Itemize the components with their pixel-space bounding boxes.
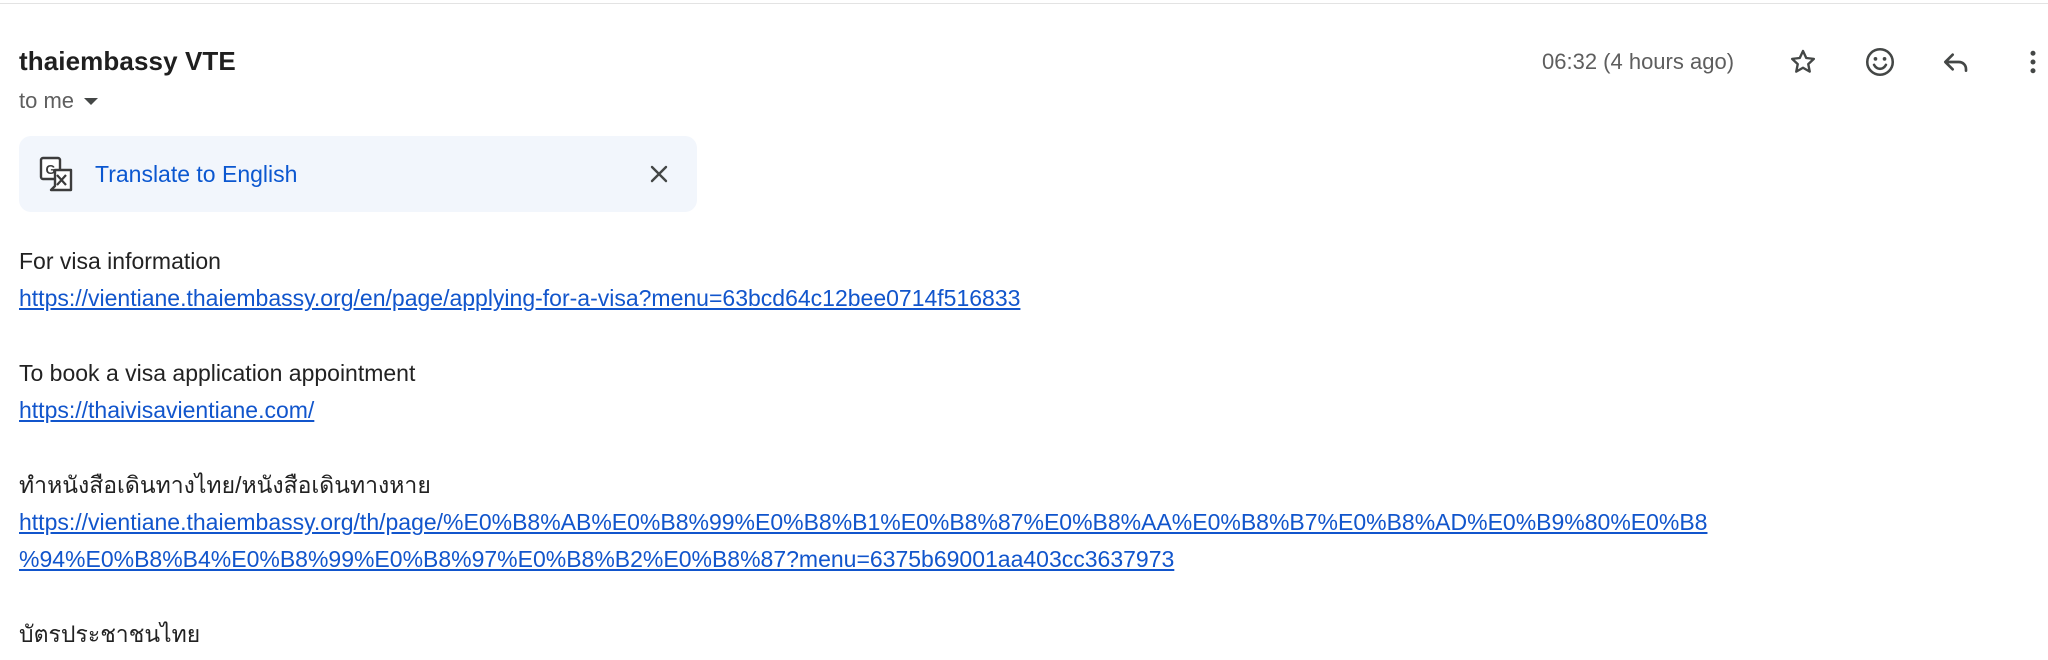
star-icon [1790,49,1816,73]
id-card-label: บัตรประชาชนไทย [19,621,201,647]
booking-link[interactable]: https://thaivisavientiane.com/ [19,392,314,429]
reply-button[interactable] [1936,42,1976,82]
visa-info-label: For visa information [19,248,221,274]
emoji-reaction-button[interactable] [1860,42,1900,82]
passport-label: ทำหนังสือเดินทางไทย/หนังสือเดินทางหาย [19,472,431,498]
translate-bar: G Translate to English [19,136,697,212]
reply-icon [1944,53,1968,72]
passport-link-line-1[interactable]: https://vientiane.thaiembassy.org/th/pag… [19,504,1707,541]
recipient-details-toggle[interactable]: to me [19,86,99,116]
email-message: thaiembassy VTE to me 06:32 (4 hours ago… [0,0,2048,660]
sender-name: thaiembassy VTE [19,46,236,76]
caret-down-icon [84,97,99,105]
booking-label: To book a visa application appointment [19,360,416,386]
close-translate-button[interactable] [641,156,677,192]
visa-info-link[interactable]: https://vientiane.thaiembassy.org/en/pag… [19,280,1020,317]
passport-link-line-2[interactable]: %94%E0%B8%B4%E0%B8%99%E0%B8%97%E0%B8%B2%… [19,541,1174,578]
close-icon [650,165,668,183]
more-options-button[interactable] [2013,42,2048,82]
translate-icon: G [39,156,73,192]
message-timestamp: 06:32 (4 hours ago) [1542,49,1735,74]
recipient-label: to me [19,88,75,113]
translate-to-english-link[interactable]: Translate to English [95,136,297,212]
emoji-icon [1865,47,1895,77]
more-vert-icon [2030,50,2036,74]
star-button[interactable] [1783,42,1823,82]
